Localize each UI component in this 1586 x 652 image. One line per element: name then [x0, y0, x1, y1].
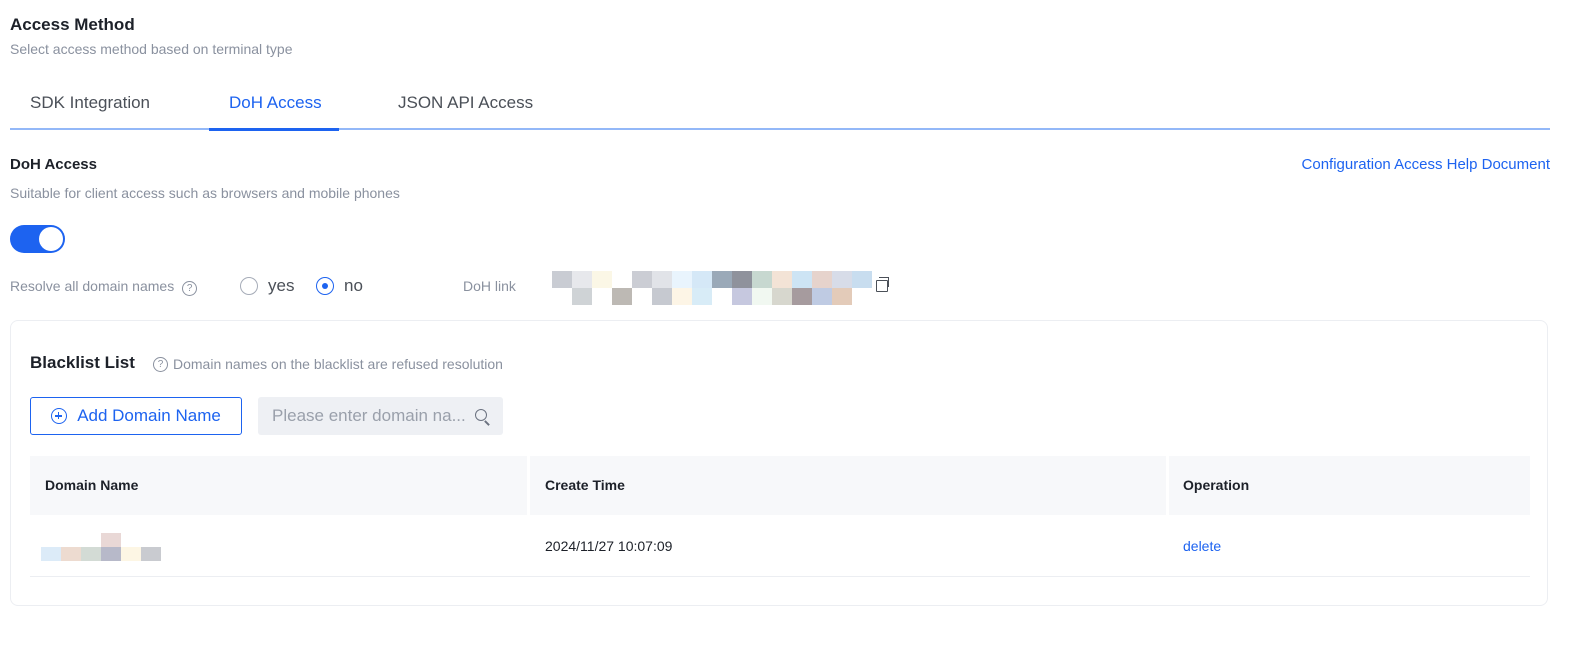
doh-link-redacted: [552, 271, 872, 305]
search-icon[interactable]: [475, 409, 487, 421]
radio-no-label: no: [344, 276, 363, 295]
column-header-domain-name: Domain Name: [30, 456, 527, 515]
blacklist-hint-text: Domain names on the blacklist are refuse…: [173, 356, 503, 372]
domain-name-redacted: [41, 533, 161, 561]
help-document-link[interactable]: Configuration Access Help Document: [1302, 156, 1550, 173]
question-icon[interactable]: ?: [182, 281, 198, 296]
tab-doh-access[interactable]: DoH Access: [229, 93, 322, 113]
radio-yes[interactable]: yes: [240, 276, 294, 296]
doh-title: DoH Access: [10, 156, 97, 173]
active-tab-indicator: [209, 128, 339, 131]
table-header: Domain Name Create Time Operation: [30, 456, 1530, 515]
radio-no[interactable]: no: [316, 276, 363, 296]
blacklist-title: Blacklist List: [30, 353, 135, 372]
doh-enable-toggle[interactable]: [10, 225, 65, 253]
column-header-operation: Operation: [1169, 456, 1530, 515]
domain-search: [258, 397, 503, 435]
table-row: 2024/11/27 10:07:09 delete: [30, 517, 1530, 577]
radio-checked-icon: [316, 277, 334, 295]
toggle-knob: [39, 227, 63, 251]
access-method-tabs: SDK Integration DoH Access JSON API Acce…: [10, 80, 1550, 131]
doh-subtitle: Suitable for client access such as brows…: [10, 185, 400, 201]
tab-json-api-access[interactable]: JSON API Access: [398, 93, 533, 113]
radio-yes-label: yes: [268, 276, 295, 295]
add-domain-label: Add Domain Name: [77, 406, 221, 425]
plus-circle-icon: [51, 408, 68, 424]
column-header-create-time: Create Time: [530, 456, 1166, 515]
question-icon: ?: [153, 356, 168, 372]
tab-sdk-integration[interactable]: SDK Integration: [30, 93, 150, 113]
delete-link[interactable]: delete: [1169, 517, 1221, 576]
copy-icon[interactable]: [876, 277, 889, 292]
radio-circle-icon: [240, 277, 258, 295]
section-subtitle: Select access method based on terminal t…: [10, 41, 293, 57]
blacklist-hint: ? Domain names on the blacklist are refu…: [153, 356, 503, 372]
section-title: Access Method: [10, 15, 135, 34]
resolve-all-label-text: Resolve all domain names: [10, 278, 175, 294]
resolve-all-label: Resolve all domain names ?: [10, 278, 198, 296]
doh-link-label: DoH link: [463, 278, 516, 294]
create-time-cell: 2024/11/27 10:07:09: [545, 538, 673, 554]
domain-search-input[interactable]: [272, 397, 467, 435]
add-domain-button[interactable]: Add Domain Name: [30, 397, 242, 435]
